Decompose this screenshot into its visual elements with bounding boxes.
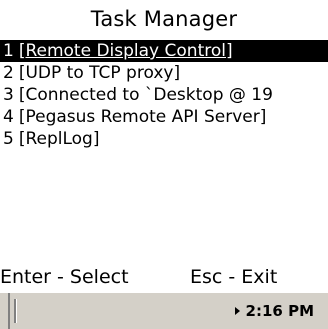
taskbar-divider: [14, 299, 17, 323]
task-label: [Connected to `Desktop @ 19: [18, 85, 273, 105]
task-number: 3: [3, 85, 14, 105]
task-item-3[interactable]: 3 [Connected to `Desktop @ 19: [0, 84, 328, 106]
softkey-bar: Enter - Select Esc - Exit: [0, 262, 328, 292]
task-item-5[interactable]: 5 [ReplLog]: [0, 128, 328, 150]
taskbar: 2:16 PM: [0, 292, 328, 329]
task-label: [Pegasus Remote API Server]: [18, 107, 267, 127]
exit-softkey[interactable]: Esc - Exit: [190, 262, 277, 292]
task-list: 1 [Remote Display Control] 2 [UDP to TCP p…: [0, 40, 328, 150]
task-number: 4: [3, 107, 14, 127]
task-label: [ReplLog]: [18, 129, 100, 149]
task-number: 5: [3, 129, 14, 149]
task-item-4[interactable]: 4 [Pegasus Remote API Server]: [0, 106, 328, 128]
clock: 2:16 PM: [245, 302, 314, 320]
task-item-1[interactable]: 1 [Remote Display Control]: [0, 40, 328, 62]
window-title: Task Manager: [90, 7, 238, 31]
start-button[interactable]: [0, 293, 10, 329]
task-label: [Remote Display Control]: [18, 41, 233, 61]
expand-arrow-icon[interactable]: [234, 306, 240, 315]
select-softkey[interactable]: Enter - Select: [0, 262, 129, 292]
tray-clock-area[interactable]: 2:16 PM: [234, 293, 314, 329]
task-number: 1: [3, 41, 14, 61]
task-label: [UDP to TCP proxy]: [18, 63, 181, 83]
task-item-2[interactable]: 2 [UDP to TCP proxy]: [0, 62, 328, 84]
task-number: 2: [3, 63, 14, 83]
